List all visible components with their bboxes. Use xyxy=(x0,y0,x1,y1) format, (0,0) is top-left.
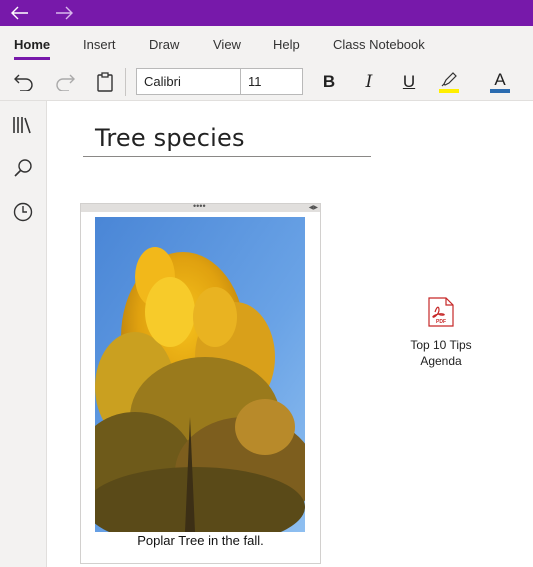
undo-icon xyxy=(14,74,33,91)
ribbon-tabs: Home Insert Draw View Help Class Noteboo… xyxy=(0,26,533,62)
search-button[interactable] xyxy=(11,156,35,180)
italic-button[interactable]: I xyxy=(356,69,382,95)
note-container[interactable]: •••• ◀▶ Poplar Tree in the fall. xyxy=(80,201,321,564)
tab-home[interactable]: Home xyxy=(14,37,50,52)
pdf-attachment[interactable]: PDF Top 10 Tips Agenda xyxy=(402,297,480,369)
tab-help[interactable]: Help xyxy=(273,37,300,52)
tab-insert[interactable]: Insert xyxy=(83,37,116,52)
highlight-button[interactable] xyxy=(436,69,462,95)
poplar-tree-image[interactable] xyxy=(95,217,305,532)
search-icon xyxy=(14,159,32,177)
redo-button[interactable] xyxy=(52,69,78,95)
undo-button[interactable] xyxy=(11,69,37,95)
sidebar xyxy=(0,101,47,567)
paste-button[interactable] xyxy=(92,69,118,95)
pdf-file-icon: PDF xyxy=(428,297,454,327)
font-size-field[interactable]: 11 xyxy=(240,68,303,95)
title-bar xyxy=(0,0,533,26)
highlight-color-swatch xyxy=(439,88,459,93)
back-arrow-icon[interactable] xyxy=(10,3,30,23)
clipboard-icon xyxy=(97,72,113,92)
page-title[interactable]: Tree species xyxy=(95,124,245,152)
clock-icon xyxy=(13,202,33,222)
toolbar: Calibri 11 B I U A xyxy=(0,62,533,101)
drag-handle-icon[interactable]: •••• xyxy=(193,201,206,211)
font-color-letter: A xyxy=(494,70,506,89)
tab-draw[interactable]: Draw xyxy=(149,37,179,52)
active-tab-indicator xyxy=(14,57,50,60)
font-color-swatch xyxy=(490,89,510,93)
pdf-badge-text: PDF xyxy=(436,319,446,325)
font-name-field[interactable]: Calibri xyxy=(136,68,241,95)
note-container-handle[interactable]: •••• ◀▶ xyxy=(81,201,320,212)
forward-arrow-icon[interactable] xyxy=(54,3,74,23)
notebooks-icon xyxy=(13,117,31,134)
resize-arrows-icon[interactable]: ◀▶ xyxy=(309,204,318,212)
recent-notes-button[interactable] xyxy=(11,200,35,224)
toolbar-separator xyxy=(125,68,126,96)
underline-button[interactable]: U xyxy=(396,69,422,95)
redo-icon xyxy=(56,74,75,91)
image-caption[interactable]: Poplar Tree in the fall. xyxy=(81,533,320,548)
title-underline xyxy=(83,156,371,157)
tab-class-notebook[interactable]: Class Notebook xyxy=(333,37,425,52)
font-color-button[interactable]: A xyxy=(487,69,513,95)
attachment-label[interactable]: Top 10 Tips Agenda xyxy=(402,337,480,369)
bold-button[interactable]: B xyxy=(316,69,342,95)
tab-view[interactable]: View xyxy=(213,37,241,52)
highlighter-icon xyxy=(441,71,457,86)
notebooks-button[interactable] xyxy=(11,113,35,137)
